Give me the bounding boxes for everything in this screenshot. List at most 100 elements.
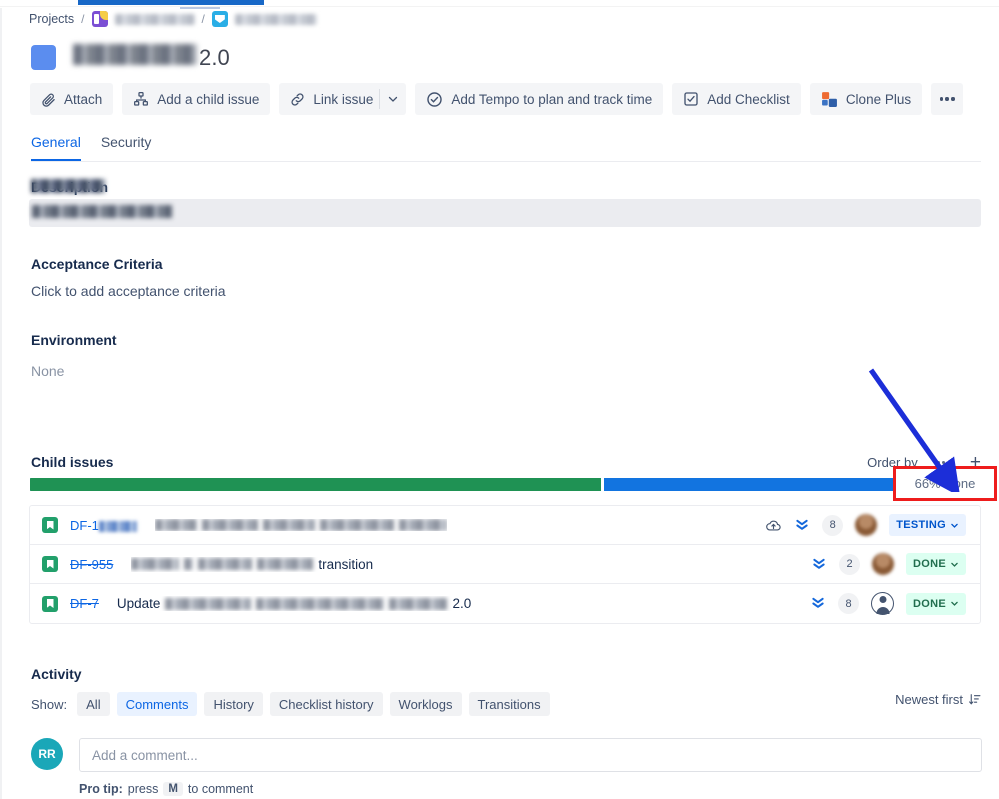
page-title-tail: 2.0 (199, 45, 230, 70)
progress-done-segment (30, 478, 601, 491)
add-checklist-label: Add Checklist (707, 91, 790, 107)
breadcrumb-separator-2: / (201, 12, 205, 26)
child-issue-key[interactable]: DF-955 (70, 557, 113, 572)
status-badge[interactable]: TESTING (889, 514, 966, 536)
anonymous-avatar-icon[interactable] (871, 592, 895, 615)
add-child-issue-button[interactable]: Add a child issue (122, 83, 271, 115)
chevron-down-icon (387, 93, 399, 105)
pro-tip-prefix: Pro tip: (79, 782, 123, 796)
status-badge[interactable]: DONE (906, 553, 966, 575)
attach-button[interactable]: Attach (30, 83, 114, 115)
filter-transitions[interactable]: Transitions (468, 692, 550, 716)
child-issue-actions: 8 DONE (810, 592, 966, 615)
more-dot-1 (939, 97, 943, 101)
link-issue-button[interactable]: Link issue (279, 83, 379, 115)
issue-tabs: General Security (31, 134, 151, 161)
add-comment-row: RR Add a comment... (31, 738, 982, 772)
clone-icon (821, 91, 838, 108)
ci-dot-1 (936, 461, 940, 464)
low-priority-icon[interactable] (810, 596, 826, 611)
link-issue-split-button: Link issue (279, 83, 407, 115)
clone-plus-button[interactable]: Clone Plus (809, 83, 923, 115)
story-points: 8 (838, 593, 860, 614)
browser-tab-indicator (78, 0, 264, 5)
child-issue-summary[interactable] (154, 519, 447, 531)
child-issue-summary[interactable]: transition (131, 557, 373, 572)
breadcrumb-project-name-redacted[interactable] (114, 13, 195, 25)
page-title-redacted (73, 44, 197, 65)
tabs-divider (31, 161, 981, 162)
table-row[interactable]: DF-7 Update 2.0 8 DONE (30, 584, 980, 623)
table-row[interactable]: DF-955 transition 2 DONE (30, 545, 980, 584)
breadcrumb-projects-link[interactable]: Projects (29, 12, 74, 26)
breadcrumb-epic-name-redacted[interactable] (234, 13, 317, 25)
description-label-redaction (31, 179, 105, 193)
pro-tip-suffix: to comment (187, 782, 254, 796)
more-dot-2 (945, 97, 949, 101)
assignee-avatar[interactable] (855, 514, 878, 536)
comment-input[interactable]: Add a comment... (79, 738, 982, 772)
environment-label: Environment (31, 332, 117, 348)
child-issue-actions: 2 DONE (811, 553, 966, 575)
acceptance-criteria-placeholder[interactable]: Click to add acceptance criteria (31, 283, 226, 299)
activity-heading: Activity (31, 666, 82, 682)
add-tempo-label: Add Tempo to plan and track time (451, 91, 653, 107)
filter-checklist-history[interactable]: Checklist history (269, 692, 383, 716)
checklist-icon (683, 91, 699, 107)
add-tempo-button[interactable]: Add Tempo to plan and track time (415, 83, 664, 115)
link-issue-label: Link issue (313, 91, 374, 107)
add-child-issue-label: Add a child issue (157, 91, 260, 107)
pro-tip-press: press (127, 782, 159, 796)
ci-dot-2 (942, 461, 946, 464)
browser-tab-underline (180, 7, 220, 9)
page-title-row: 2.0 (31, 44, 230, 71)
environment-value[interactable]: None (31, 363, 64, 379)
story-points: 8 (822, 514, 844, 536)
filter-comments[interactable]: Comments (116, 692, 198, 716)
progress-percent-label: 66% Done (896, 467, 994, 499)
page-title[interactable]: 2.0 (73, 44, 230, 71)
child-issues-more-button[interactable] (934, 458, 954, 467)
sort-descending-icon (968, 693, 981, 706)
activity-filter-bar: Show: All Comments History Checklist his… (31, 692, 550, 716)
status-badge[interactable]: DONE (906, 592, 966, 615)
tab-security[interactable]: Security (101, 134, 152, 161)
breadcrumb: Projects / / (29, 11, 317, 27)
activity-sort-label: Newest first (895, 692, 963, 707)
child-issues-list: DF-1 8 TESTING DF-955 transition 2 DONE … (29, 505, 981, 624)
paperclip-icon (41, 92, 56, 107)
story-icon (42, 595, 58, 612)
tab-general[interactable]: General (31, 134, 81, 161)
jira-issue-page: Projects / / 2.0 Attach Add a child issu… (0, 0, 999, 799)
cloud-icon[interactable] (765, 518, 782, 533)
assignee-avatar[interactable] (872, 553, 895, 575)
issue-actions-toolbar: Attach Add a child issue Link issue Add … (30, 83, 964, 115)
activity-sort-button[interactable]: Newest first (895, 692, 981, 707)
acceptance-criteria-label: Acceptance Criteria (31, 256, 163, 272)
filter-all[interactable]: All (77, 692, 110, 716)
story-icon (42, 517, 58, 533)
issue-type-swatch-icon (31, 45, 56, 70)
child-issue-key[interactable]: DF-1 (70, 518, 137, 533)
epic-icon (211, 11, 228, 27)
tempo-check-circle-icon (426, 91, 443, 108)
description-value-redacted (32, 205, 172, 218)
pro-tip: Pro tip: press M to comment (79, 782, 253, 796)
ci-dot-3 (947, 461, 951, 464)
table-row[interactable]: DF-1 8 TESTING (30, 506, 980, 545)
add-checklist-button[interactable]: Add Checklist (672, 83, 801, 115)
low-priority-icon[interactable] (794, 518, 810, 533)
link-issue-dropdown-button[interactable] (380, 83, 406, 115)
child-issues-progress-bar (30, 478, 981, 491)
top-divider (0, 6, 999, 7)
project-avatar-icon (91, 11, 108, 27)
filter-history[interactable]: History (204, 692, 263, 716)
avatar[interactable]: RR (31, 738, 63, 770)
child-issue-summary[interactable]: Update 2.0 (117, 596, 471, 611)
attach-label: Attach (64, 91, 103, 107)
filter-worklogs[interactable]: Worklogs (389, 692, 462, 716)
low-priority-icon[interactable] (811, 557, 827, 572)
child-issue-key[interactable]: DF-7 (70, 596, 99, 611)
story-points: 2 (839, 553, 861, 575)
more-actions-button[interactable] (931, 83, 964, 115)
